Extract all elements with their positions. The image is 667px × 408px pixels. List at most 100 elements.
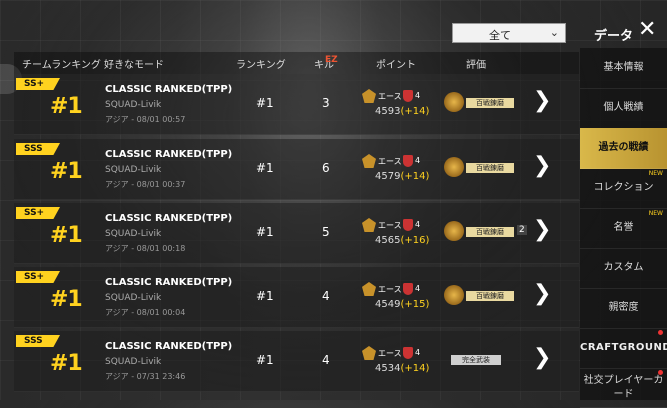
sidebar-item-past-record[interactable]: 過去の戦績 <box>580 128 667 169</box>
kills-value: 5 <box>322 225 330 239</box>
mode-name: CLASSIC RANKED(TPP) <box>105 149 233 160</box>
table-row[interactable]: SS+ #1 CLASSIC RANKED(TPP) SQUAD-Livik ア… <box>14 74 579 135</box>
new-badge: NEW <box>648 170 663 177</box>
map-name: SQUAD-Livik <box>105 357 162 367</box>
shield-icon <box>403 155 413 167</box>
grade-badge: SS+ <box>16 207 60 219</box>
tier-name: エース <box>378 221 402 230</box>
notification-dot <box>658 330 663 335</box>
sidebar-item-custom[interactable]: カスタム <box>580 248 667 289</box>
col-rating: 評価 <box>466 60 486 71</box>
kills-value: 3 <box>322 96 330 110</box>
shield-icon <box>403 90 413 102</box>
team-rank: #1 <box>50 351 83 376</box>
extra-count: 2 <box>517 225 527 235</box>
mode-name: CLASSIC RANKED(TPP) <box>105 213 233 224</box>
sidebar-item-basic-info[interactable]: 基本情報 <box>580 48 667 89</box>
medal-icon <box>444 92 464 112</box>
sidebar-item-label: 社交プレイヤーカード <box>583 375 664 400</box>
tier-name: エース <box>378 285 402 294</box>
medal-icon <box>444 157 464 177</box>
sidebar-item-craftground[interactable]: CRAFTGROUND <box>580 328 667 369</box>
chevron-right-icon[interactable]: ❯ <box>533 153 551 178</box>
shield-icon <box>403 283 413 295</box>
close-icon[interactable]: ✕ <box>638 18 656 42</box>
award-label: 完全武装 <box>451 355 501 365</box>
col-team-ranking: チームランキング <box>22 60 101 71</box>
sidebar-item-label: 基本情報 <box>603 62 644 73</box>
team-rank: #1 <box>50 223 83 248</box>
sidebar-item-label: 親密度 <box>608 302 639 313</box>
award-label: 百戦錬磨 <box>466 227 514 237</box>
team-rank: #1 <box>50 94 83 119</box>
kills-value: 4 <box>322 353 330 367</box>
tier-name: エース <box>378 92 402 101</box>
tier-level: 4 <box>415 156 421 165</box>
sidebar-item-label: CRAFTGROUND <box>580 342 667 353</box>
sidebar-item-honor[interactable]: 名誉 NEW <box>580 208 667 249</box>
medal-icon <box>444 221 464 241</box>
match-time: アジア - 08/01 00:18 <box>105 244 186 253</box>
tier-icon <box>362 89 376 103</box>
tier-level: 4 <box>415 91 421 100</box>
sidebar-item-personal-record[interactable]: 個人戦績 <box>580 88 667 129</box>
medal-icon <box>444 285 464 305</box>
shield-icon <box>403 219 413 231</box>
mode-name: CLASSIC RANKED(TPP) <box>105 341 233 352</box>
sidebar-item-social-card[interactable]: 社交プレイヤーカード <box>580 368 667 408</box>
tier-level: 4 <box>415 220 421 229</box>
sidebar-item-label: カスタム <box>603 262 644 273</box>
chevron-right-icon[interactable]: ❯ <box>533 217 551 242</box>
points-gain: (+16) <box>400 235 430 246</box>
points-value: 4534(+14) <box>375 363 429 374</box>
map-name: SQUAD-Livik <box>105 100 162 110</box>
table-row[interactable]: SSS #1 CLASSIC RANKED(TPP) SQUAD-Livik ア… <box>14 139 579 200</box>
kills-value: 6 <box>322 161 330 175</box>
points-value: 4565(+16) <box>375 235 429 246</box>
tier-name: エース <box>378 157 402 166</box>
table-row[interactable]: SS+ #1 CLASSIC RANKED(TPP) SQUAD-Livik ア… <box>14 203 579 264</box>
points-number: 4534 <box>375 363 401 374</box>
award-label: 百戦錬磨 <box>466 291 514 301</box>
team-rank: #1 <box>50 159 83 184</box>
points-number: 4579 <box>375 171 401 182</box>
points-number: 4593 <box>375 106 401 117</box>
chevron-down-icon: ⌄ <box>549 26 559 39</box>
col-ranking: ランキング <box>236 60 286 71</box>
table-row[interactable]: SSS #1 CLASSIC RANKED(TPP) SQUAD-Livik ア… <box>14 331 579 392</box>
mode-name: CLASSIC RANKED(TPP) <box>105 84 233 95</box>
ranking-value: #1 <box>256 289 274 303</box>
match-time: アジア - 08/01 00:04 <box>105 308 186 317</box>
kill-badge: EZ <box>325 55 338 65</box>
kills-value: 4 <box>322 289 330 303</box>
sidebar-item-label: コレクション <box>593 182 654 193</box>
chevron-right-icon[interactable]: ❯ <box>533 345 551 370</box>
sidebar-item-label: 個人戦績 <box>603 102 644 113</box>
filter-dropdown[interactable]: 全て ⌄ <box>452 23 566 43</box>
team-rank: #1 <box>50 287 83 312</box>
points-number: 4549 <box>375 299 401 310</box>
new-badge: NEW <box>648 210 663 217</box>
points-gain: (+14) <box>400 106 430 117</box>
chevron-right-icon[interactable]: ❯ <box>533 281 551 306</box>
points-gain: (+14) <box>400 363 430 374</box>
map-name: SQUAD-Livik <box>105 165 162 175</box>
points-gain: (+14) <box>400 171 430 182</box>
sidebar-item-collection[interactable]: コレクション NEW <box>580 168 667 209</box>
award-label: 百戦錬磨 <box>466 98 514 108</box>
chevron-right-icon[interactable]: ❯ <box>533 88 551 113</box>
page-title: データ <box>594 29 634 44</box>
tier-level: 4 <box>415 284 421 293</box>
col-points: ポイント <box>376 60 416 71</box>
grade-badge: SSS <box>16 143 60 155</box>
tier-level: 4 <box>415 348 421 357</box>
sidebar: 基本情報 個人戦績 過去の戦績 コレクション NEW 名誉 NEW カスタム 親密度… <box>580 48 667 408</box>
table-row[interactable]: SS+ #1 CLASSIC RANKED(TPP) SQUAD-Livik ア… <box>14 267 579 328</box>
col-favorite-mode: 好きなモード <box>104 60 164 71</box>
award-label: 百戦錬磨 <box>466 163 514 173</box>
ranking-value: #1 <box>256 96 274 110</box>
sidebar-item-intimacy[interactable]: 親密度 <box>580 288 667 329</box>
tier-icon <box>362 218 376 232</box>
map-name: SQUAD-Livik <box>105 229 162 239</box>
sidebar-item-label: 名誉 <box>613 222 634 233</box>
